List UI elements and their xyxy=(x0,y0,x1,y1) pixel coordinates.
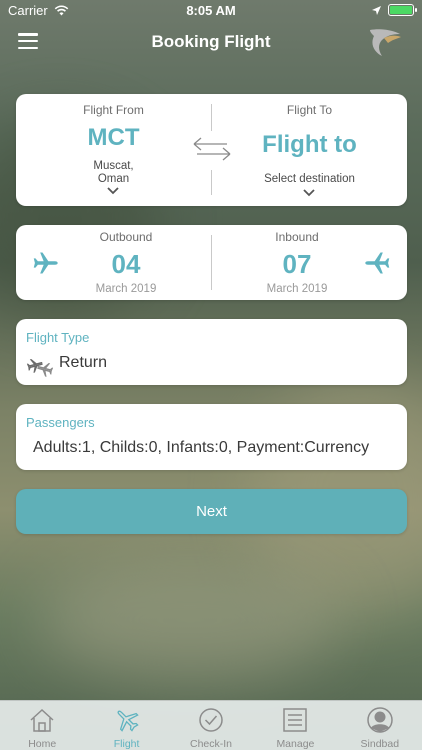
round-trip-icon xyxy=(26,359,54,377)
tab-flight-label: Flight xyxy=(113,738,140,750)
tab-sindbad[interactable]: Sindbad xyxy=(338,701,422,750)
chevron-down-icon xyxy=(107,187,119,195)
inbound-day: 07 xyxy=(282,249,312,279)
plane-icon xyxy=(117,710,139,732)
flight-to-selector[interactable]: Flight To Flight to Select destination xyxy=(212,94,407,206)
flight-type-value: Return xyxy=(59,354,108,371)
outbound-date-selector[interactable]: Outbound 04 March 2019 xyxy=(16,225,211,300)
flight-type-selector[interactable]: Flight Type Return xyxy=(16,319,407,385)
inbound-label: Inbound xyxy=(275,230,319,244)
flight-from-selector[interactable]: Flight From MCT Muscat, Oman xyxy=(16,94,211,206)
page-title: Booking Flight xyxy=(151,32,271,51)
user-icon xyxy=(367,707,393,733)
tab-manage-label: Manage xyxy=(276,738,315,750)
status-time: 8:05 AM xyxy=(186,2,236,18)
flight-to-subtitle: Select destination xyxy=(264,173,355,185)
flight-type-label: Flight Type xyxy=(26,330,90,345)
outbound-day: 04 xyxy=(111,249,141,279)
flight-from-label: Flight From xyxy=(83,103,144,117)
flight-from-city-line2: Oman xyxy=(97,173,130,185)
tab-bar: Home Flight Check-In Manage Sindbad xyxy=(0,700,422,750)
chevron-down-icon xyxy=(303,189,315,197)
tab-home[interactable]: Home xyxy=(0,701,84,750)
flight-to-label: Flight To xyxy=(286,103,333,117)
dates-card: Outbound 04 March 2019 Inbound 07 March … xyxy=(16,225,407,300)
home-icon xyxy=(30,708,54,732)
tab-sindbad-label: Sindbad xyxy=(360,738,400,750)
status-bar: Carrier 8:05 AM xyxy=(0,0,422,20)
flight-from-code: MCT xyxy=(87,124,140,151)
checkmark-circle-icon xyxy=(199,708,223,732)
tab-manage[interactable]: Manage xyxy=(253,701,337,750)
passengers-label: Passengers xyxy=(26,415,95,430)
route-card: Flight From MCT Muscat, Oman Flight To F… xyxy=(16,94,407,206)
airline-logo xyxy=(370,29,401,56)
outbound-label: Outbound xyxy=(99,230,153,244)
battery-fill xyxy=(390,6,412,14)
flight-from-city-line1: Muscat, xyxy=(93,160,134,172)
tab-check-in[interactable]: Check-In xyxy=(169,701,253,750)
passengers-selector[interactable]: Passengers Adults:1, Childs:0, Infants:0… xyxy=(16,404,407,470)
battery-indicator xyxy=(388,4,417,16)
nav-bar: Booking Flight xyxy=(0,20,422,64)
next-button[interactable]: Next xyxy=(16,489,407,534)
inbound-month: March 2019 xyxy=(266,283,328,295)
tab-check-in-label: Check-In xyxy=(190,738,233,750)
list-document-icon xyxy=(283,708,308,732)
inbound-date-selector[interactable]: Inbound 07 March 2019 xyxy=(212,225,407,300)
tab-flight[interactable]: Flight xyxy=(84,701,168,750)
outbound-month: March 2019 xyxy=(95,283,157,295)
tab-home-label: Home xyxy=(28,738,57,750)
return-plane-icon xyxy=(365,252,390,274)
passengers-value: Adults:1, Childs:0, Infants:0, Payment:C… xyxy=(33,439,370,456)
flight-to-code: Flight to xyxy=(262,131,357,158)
